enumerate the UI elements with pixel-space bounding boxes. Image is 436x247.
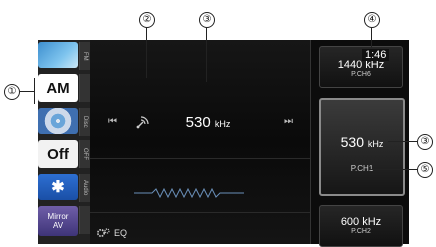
am-tab (79, 74, 90, 102)
source-off-button[interactable]: Off (38, 140, 78, 168)
preset-frequency: 1440 kHz (337, 59, 385, 71)
waveform-icon (134, 186, 244, 204)
callout-line (146, 28, 147, 78)
source-mirror-av-button[interactable]: Mirror AV (38, 206, 78, 236)
eq-button[interactable]: EQ (114, 228, 127, 238)
disc-tab-label: Disc (79, 108, 90, 136)
callout-4: ④ (364, 12, 380, 28)
divider (90, 158, 310, 159)
source-disc-button[interactable] (38, 108, 78, 134)
preset-list: 1440 kHz P.CH6 530 kHz P.CH1 600 kHz P.C… (310, 40, 409, 247)
callout-1: ① (4, 84, 20, 100)
callout-3-right: ③ (417, 134, 433, 150)
skip-back-icon: ⏮ (108, 116, 117, 127)
preset-ch2-button[interactable]: 600 kHz P.CH2 (319, 205, 403, 247)
off-tab-label: OFF (79, 140, 90, 168)
frequency-unit: kHz (214, 119, 231, 129)
audio-tab-label: Audio (79, 174, 90, 202)
source-fm-button[interactable] (38, 42, 78, 68)
source-strip: FM AM Disc Off OFF ✱ Audio Mirror AV (38, 40, 90, 244)
preset-channel: P.CH2 (351, 228, 371, 235)
mirror-label: Mirror (47, 212, 69, 221)
am-label: AM (46, 79, 70, 97)
callout-line (370, 169, 417, 170)
callout-line (20, 91, 34, 92)
next-track-button[interactable]: ⏭ (284, 116, 293, 127)
skip-forward-icon: ⏭ (284, 116, 293, 127)
source-bluetooth-button[interactable]: ✱ (38, 174, 78, 200)
callout-line (206, 28, 207, 82)
callout-2: ② (139, 12, 155, 28)
frequency-display: 530 kHz (153, 114, 263, 131)
preset-channel: P.CH6 (351, 71, 371, 78)
preset-frequency: 530 kHz (340, 134, 384, 150)
callout-line (371, 28, 372, 48)
av-label: AV (52, 221, 64, 230)
callout-5: ⑤ (417, 162, 433, 178)
clock: 1:46 (362, 49, 390, 61)
fm-tab-label: FM (79, 42, 90, 70)
preset-ch1-button-selected[interactable]: 530 kHz P.CH1 (319, 98, 405, 196)
frequency-value: 530 (185, 114, 211, 131)
settings-gear-icon[interactable] (96, 226, 110, 244)
preset-ch6-button[interactable]: 1440 kHz P.CH6 (319, 46, 403, 88)
callout-line (388, 141, 417, 142)
prev-track-button[interactable]: ⏮ (108, 116, 117, 127)
bluetooth-icon: ✱ (51, 179, 65, 196)
divider (90, 212, 310, 213)
callout-bracket (34, 78, 35, 104)
source-am-button[interactable]: AM (38, 74, 78, 102)
preset-frequency: 600 kHz (340, 216, 382, 228)
callout-3: ③ (199, 12, 215, 28)
mirror-tab (79, 206, 90, 234)
tuner-panel (90, 40, 310, 244)
off-label: Off (47, 145, 69, 163)
signal-strength-icon (135, 114, 151, 135)
